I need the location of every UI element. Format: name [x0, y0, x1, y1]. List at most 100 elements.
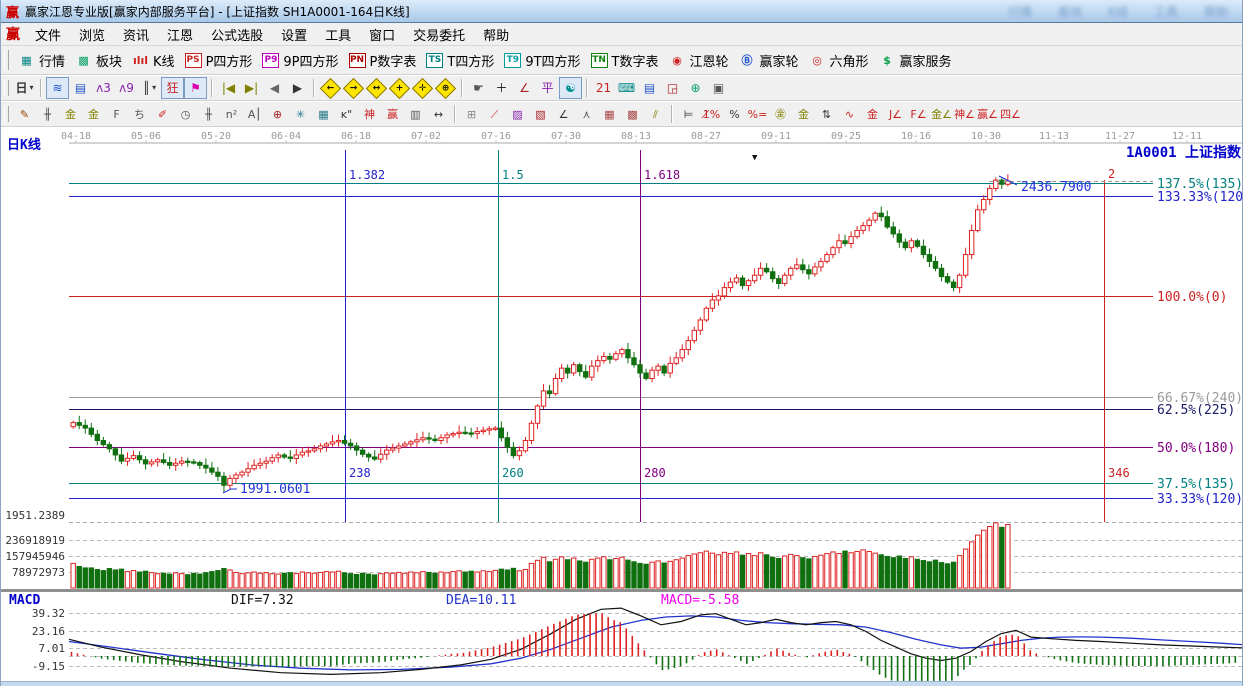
bars9-icon[interactable]: ʌ9: [116, 78, 137, 98]
width-arrow-icon[interactable]: ↔: [428, 104, 449, 124]
toolbar-button-9T四方形[interactable]: T9 9T四方形: [499, 50, 585, 71]
gold2-angle-icon[interactable]: 金∠: [931, 104, 952, 124]
draw-pen-icon[interactable]: ✎: [14, 104, 35, 124]
wave2-icon[interactable]: ∿: [839, 104, 860, 124]
calendar-icon[interactable]: 21: [593, 78, 614, 98]
menu-帮助[interactable]: 帮助: [474, 23, 518, 46]
toolbar-button-赢家服务[interactable]: $ 赢家服务: [874, 50, 957, 71]
menu-设置[interactable]: 设置: [272, 23, 316, 46]
zoom-full-icon[interactable]: ⊕: [434, 77, 457, 99]
grid-red2-icon[interactable]: ▩: [622, 104, 643, 124]
one-percent-icon[interactable]: 1̸%: [701, 104, 722, 124]
first-page-icon[interactable]: |◀: [218, 78, 239, 98]
f-angle-icon[interactable]: F∠: [908, 104, 929, 124]
gold-angle-icon[interactable]: 金: [862, 104, 883, 124]
toolbar-button-T四方形[interactable]: TS T四方形: [421, 50, 499, 71]
k-mark-icon[interactable]: ĸ": [336, 104, 357, 124]
percent-icon[interactable]: %: [724, 104, 745, 124]
menu-工具[interactable]: 工具: [316, 23, 360, 46]
toolbar-button-T数字表[interactable]: TN T数字表: [586, 50, 664, 71]
network-icon[interactable]: ⊕: [685, 78, 706, 98]
menu-江恩[interactable]: 江恩: [158, 23, 202, 46]
brain-icon[interactable]: ☯: [559, 77, 582, 99]
zoom-all-icon[interactable]: ✛: [411, 77, 434, 99]
toolbar-button-P四方形[interactable]: PS P四方形: [180, 50, 258, 71]
red-pen-icon[interactable]: ✐: [152, 104, 173, 124]
last-page-icon[interactable]: ▶|: [241, 78, 262, 98]
menu-文件[interactable]: 文件: [26, 23, 70, 46]
bars3-icon[interactable]: ʌ3: [93, 78, 114, 98]
fan-box-icon[interactable]: ▨: [507, 104, 528, 124]
zoom-in-icon[interactable]: +: [388, 77, 411, 99]
kline-candle-icon: ılıl: [132, 53, 149, 67]
toolbar-button-P数字表[interactable]: PN P数字表: [344, 50, 422, 71]
computer-icon[interactable]: ▣: [708, 78, 729, 98]
crosshair-icon[interactable]: ＋: [491, 78, 512, 98]
hand-icon[interactable]: ☛: [468, 78, 489, 98]
n2-icon[interactable]: n²: [221, 104, 242, 124]
menu-资讯[interactable]: 资讯: [114, 23, 158, 46]
angle-line-icon[interactable]: ∠: [553, 104, 574, 124]
date-tick-label: 07-16: [481, 131, 511, 142]
shen-angle-icon[interactable]: 神∠: [954, 104, 975, 124]
toolbar-button-江恩轮[interactable]: ◉ 江恩轮: [664, 50, 734, 71]
info-doc-icon[interactable]: ▤: [70, 78, 91, 98]
prev-icon[interactable]: ◀: [264, 78, 285, 98]
fan-shade-icon[interactable]: ▧: [530, 104, 551, 124]
f-line-icon[interactable]: F: [106, 104, 127, 124]
menu-公式选股[interactable]: 公式选股: [202, 23, 272, 46]
overlap-icon[interactable]: ≋: [46, 77, 69, 99]
gold-circle-icon[interactable]: ㊎: [770, 104, 791, 124]
chart-canvas[interactable]: 04-18 05-06 05-20 06-04 06-18 07-02 07-16 07-30…: [1, 127, 1243, 686]
hatch-icon[interactable]: ╫: [198, 104, 219, 124]
menu-交易委托[interactable]: 交易委托: [404, 23, 474, 46]
menu-浏览[interactable]: 浏览: [70, 23, 114, 46]
circle-cross-icon[interactable]: ⊕: [267, 104, 288, 124]
gold-line-icon[interactable]: 金: [793, 104, 814, 124]
fan-red-icon[interactable]: ⟋: [484, 104, 505, 124]
gann-tool-icon[interactable]: 平: [537, 78, 558, 98]
toolbar-button-9P四方形[interactable]: P9 9P四方形: [257, 50, 343, 71]
win-angle-icon[interactable]: 赢∠: [977, 104, 998, 124]
s-line-icon[interactable]: ち: [129, 104, 150, 124]
wave-icon[interactable]: ⋏: [576, 104, 597, 124]
gold-grid2-icon[interactable]: 金: [83, 104, 104, 124]
updown-icon[interactable]: ⇅: [816, 104, 837, 124]
grid-lines-icon[interactable]: ╫: [37, 104, 58, 124]
angle-measure-icon[interactable]: ∠: [514, 78, 535, 98]
flag-chart-icon[interactable]: ⚑: [184, 77, 207, 99]
box-tool-icon[interactable]: ⊞: [461, 104, 482, 124]
save-icon[interactable]: ◲: [662, 78, 683, 98]
a-channel-icon[interactable]: A⎮: [244, 104, 265, 124]
clock-cycle-icon[interactable]: ◷: [175, 104, 196, 124]
gold-grid1-icon[interactable]: 金: [60, 104, 81, 124]
next-icon[interactable]: ▶: [287, 78, 308, 98]
zoom-h-icon[interactable]: ↔: [365, 77, 388, 99]
win-grid-icon[interactable]: 赢: [382, 104, 403, 124]
grid-red1-icon[interactable]: ▦: [599, 104, 620, 124]
date-tick-label: 11-27: [1105, 131, 1135, 142]
star-web-icon[interactable]: ✳: [290, 104, 311, 124]
zoom-left-icon[interactable]: ←: [319, 77, 342, 99]
toolbar-button-赢家轮[interactable]: Ⓑ 赢家轮: [734, 50, 804, 71]
toolbar-button-六角形[interactable]: ◎ 六角形: [804, 50, 874, 71]
toolbar-button-K线[interactable]: ılıl K线: [127, 50, 180, 71]
period-selector[interactable]: 日 ▾: [14, 78, 35, 98]
j-angle-icon[interactable]: J∠: [885, 104, 906, 124]
toolbar-button-板块[interactable]: ▩ 板块: [70, 50, 127, 71]
menu-窗口[interactable]: 窗口: [360, 23, 404, 46]
square-web-icon[interactable]: ▦: [313, 104, 334, 124]
notes-icon[interactable]: ▤: [639, 78, 660, 98]
shen-grid-icon[interactable]: 神: [359, 104, 380, 124]
list-percent-icon[interactable]: ⊨: [678, 104, 699, 124]
pattern-icon[interactable]: 狂: [161, 77, 184, 99]
grid123-icon[interactable]: ▥: [405, 104, 426, 124]
date-tick-label: 07-02: [411, 131, 441, 142]
zoom-right-icon[interactable]: →: [342, 77, 365, 99]
percent-line-icon[interactable]: %=: [747, 104, 768, 124]
four-angle-icon[interactable]: 四∠: [1000, 104, 1021, 124]
candle-style-icon[interactable]: ║ ▾: [139, 78, 160, 98]
calculator-icon[interactable]: ⌨: [616, 78, 637, 98]
toolbar-button-行情[interactable]: ▦ 行情: [13, 50, 70, 71]
slash-icon[interactable]: ⫽: [645, 104, 666, 124]
